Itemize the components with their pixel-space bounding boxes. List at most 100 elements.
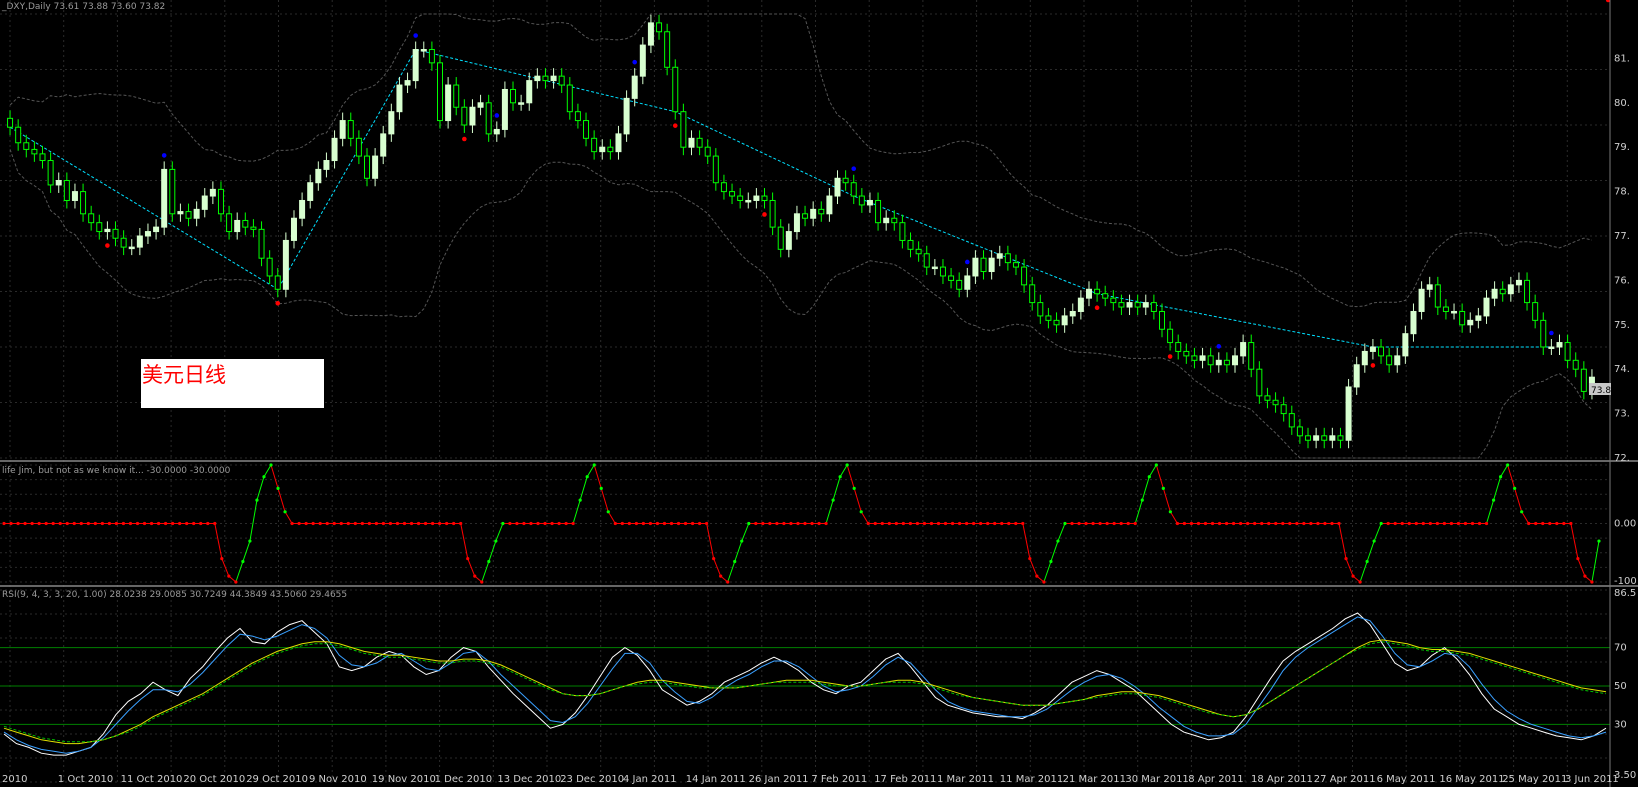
osc-point <box>705 521 709 526</box>
osc-point <box>402 521 407 526</box>
osc-point <box>1119 521 1123 526</box>
candle-body <box>939 266 946 277</box>
candle-body <box>1499 288 1506 295</box>
osc-point <box>23 521 27 526</box>
candle-body <box>923 253 930 268</box>
osc-point <box>480 580 484 584</box>
candle-body <box>566 84 573 113</box>
candle-body <box>656 22 663 33</box>
osc-point <box>1555 521 1559 526</box>
red-signal-dot <box>1094 305 1100 311</box>
osc-point <box>1217 521 1222 526</box>
candle-body <box>1215 359 1222 366</box>
candle-body <box>1434 284 1441 308</box>
osc-point <box>1224 521 1229 526</box>
candle-body <box>1142 302 1149 308</box>
osc-point <box>227 574 231 578</box>
candle-body <box>1085 288 1092 299</box>
candle-body <box>1410 310 1417 335</box>
osc-point <box>2 521 6 526</box>
osc-point <box>536 521 540 526</box>
candle-body <box>120 237 127 248</box>
candle-body <box>96 222 103 233</box>
candle-body <box>201 195 208 210</box>
candle-body <box>996 253 1003 259</box>
osc-point <box>754 521 758 526</box>
osc-point <box>965 521 969 526</box>
osc-point <box>1365 559 1369 564</box>
osc-point <box>487 559 491 564</box>
candle-body <box>720 182 727 193</box>
candle-body <box>161 168 168 228</box>
blue-signal-dot <box>632 59 637 65</box>
candle-body <box>363 155 370 179</box>
candle-body <box>1077 297 1084 312</box>
price-tick-label: 73. <box>1614 409 1630 420</box>
osc-point <box>353 521 357 526</box>
osc-point <box>1583 574 1587 578</box>
candle-body <box>31 148 38 155</box>
candle-body <box>15 126 22 144</box>
osc-point <box>1042 580 1046 584</box>
red-signal-dot <box>462 136 467 142</box>
red-signal-dot <box>762 212 767 217</box>
candle-body <box>858 195 865 206</box>
candle-body <box>891 217 898 224</box>
osc-point <box>641 521 645 526</box>
osc-point <box>262 475 266 479</box>
osc-point <box>887 521 891 526</box>
time-tick-label: 2010 <box>2 774 27 785</box>
candle-body <box>1394 355 1401 366</box>
candle-body <box>1207 355 1214 366</box>
osc-point <box>1463 521 1468 526</box>
candle-body <box>664 31 671 68</box>
osc-point <box>459 521 463 526</box>
candle-body <box>1532 302 1539 321</box>
candle-body <box>550 75 557 82</box>
osc-point <box>789 521 793 526</box>
osc-point <box>37 521 41 526</box>
candle-body <box>339 120 346 139</box>
osc-point <box>466 557 470 561</box>
candle-body <box>1158 310 1165 330</box>
osc-point <box>859 510 863 514</box>
candle-body <box>250 226 257 230</box>
candle-body <box>1564 342 1571 361</box>
candle-body <box>266 257 273 277</box>
osc-point <box>515 521 519 526</box>
osc-point <box>838 475 842 479</box>
osc-point <box>1246 521 1250 526</box>
osc-point <box>768 521 772 526</box>
rsi-tick-label: 50 <box>1614 681 1627 692</box>
candle-body <box>331 137 338 162</box>
osc-point <box>1442 521 1446 526</box>
candle-body <box>574 111 581 122</box>
blue-signal-dot <box>851 166 857 172</box>
candle-body <box>518 102 525 105</box>
blue-signal-dot <box>494 113 500 118</box>
time-tick-label: 11 Oct 2010 <box>121 774 183 785</box>
osc-point <box>1196 521 1201 526</box>
rsi-tick-label: 86.5 <box>1614 588 1636 599</box>
osc-point <box>1140 498 1144 502</box>
osc-point <box>1084 521 1088 526</box>
blue-signal-dot <box>1216 344 1222 349</box>
candle-body <box>1288 413 1295 428</box>
candle-body <box>1548 346 1555 349</box>
blue-signal-dot <box>413 33 418 38</box>
osc-point <box>1126 521 1130 526</box>
candle-body <box>769 199 776 228</box>
osc-tick-label: 0.00 <box>1614 519 1636 530</box>
osc-point <box>1435 521 1439 526</box>
osc-point <box>1182 521 1187 526</box>
candle-body <box>972 257 979 277</box>
osc-point <box>613 521 617 526</box>
osc-point <box>1520 510 1524 514</box>
osc-point <box>1316 521 1320 526</box>
candle-body <box>688 137 695 148</box>
osc-point <box>241 559 245 564</box>
price-tick-label: 80. <box>1614 98 1630 109</box>
osc-point <box>142 521 147 526</box>
osc-point <box>522 521 526 526</box>
candle-body <box>501 88 508 130</box>
